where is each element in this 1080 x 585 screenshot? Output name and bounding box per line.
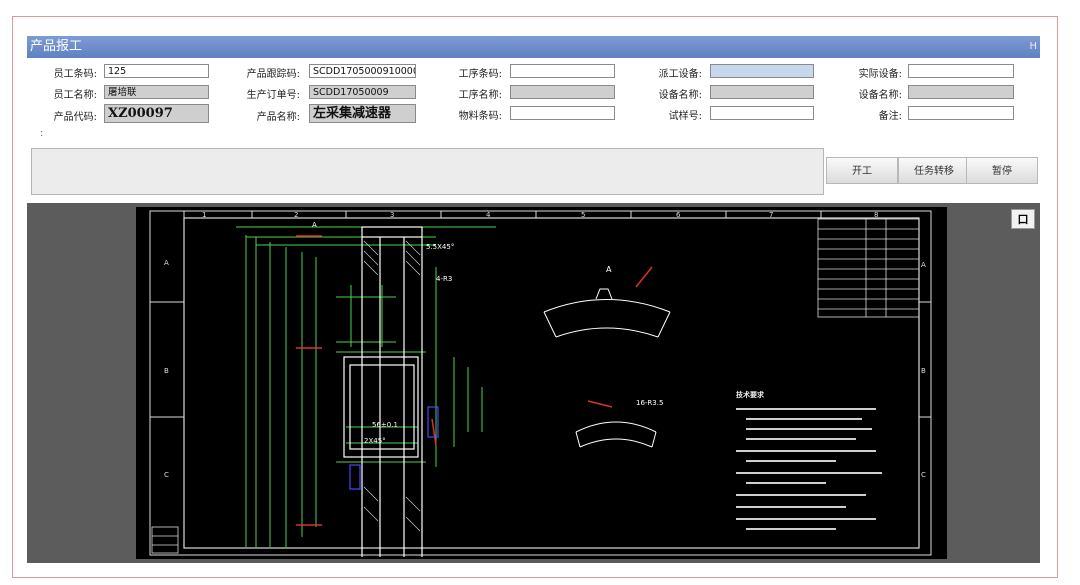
dim-label: 5.5X45° <box>426 243 454 251</box>
product-name-label: 产品名称: <box>256 112 300 123</box>
equipment-name-label: 设备名称: <box>658 90 702 101</box>
dispatch-equipment-label: 派工设备: <box>658 69 702 80</box>
section-label: A <box>312 221 317 229</box>
task-transfer-button[interactable]: 任务转移 <box>898 157 970 184</box>
equipment-name2-field <box>908 85 1014 99</box>
start-work-button[interactable]: 开工 <box>826 157 898 184</box>
product-tracking-label: 产品跟踪码: <box>246 69 300 80</box>
employee-code-field[interactable]: 125 <box>104 64 209 78</box>
col-label: 6 <box>676 211 681 219</box>
col-label: 3 <box>390 211 394 219</box>
sample-no-label: 试样号: <box>668 111 702 122</box>
product-tracking-field[interactable]: SCDD17050009100001 <box>309 64 416 78</box>
material-code-field[interactable] <box>510 106 615 120</box>
cad-drawing: 1 2 3 4 5 6 7 8 A B C A B C A 5.5X45° 4-… <box>136 207 947 559</box>
employee-name-field: 屠培联 <box>104 85 209 99</box>
col-label: 4 <box>486 211 491 219</box>
production-order-field: SCDD17050009 <box>309 85 416 99</box>
equipment-name-field <box>710 85 814 99</box>
product-code-label: 产品代码: <box>53 112 97 123</box>
row-label: A <box>164 259 169 267</box>
process-name-field <box>510 85 615 99</box>
detail-label: A <box>606 265 612 274</box>
col-label: 8 <box>874 211 878 219</box>
remark-label: 备注: <box>878 111 902 122</box>
pause-button[interactable]: 暂停 <box>966 157 1038 184</box>
row-label: C <box>921 471 926 479</box>
fullscreen-icon[interactable]: 口 <box>1011 209 1035 229</box>
process-code-field[interactable] <box>510 64 615 78</box>
employee-name-label: 员工名称: <box>53 90 97 101</box>
row-label: B <box>164 367 169 375</box>
actual-equipment-field[interactable] <box>908 64 1014 78</box>
dim-label: 2X45° <box>364 437 386 445</box>
row-label: A <box>921 261 926 269</box>
cad-svg: 1 2 3 4 5 6 7 8 A B C A B C A 5.5X45° 4-… <box>149 210 932 557</box>
product-name-field: 左采集减速器 <box>309 104 416 123</box>
process-code-label: 工序条码: <box>458 69 502 80</box>
row-label: B <box>921 367 926 375</box>
employee-code-label: 员工条码: <box>53 69 97 80</box>
sample-no-field[interactable] <box>710 106 814 120</box>
close-icon[interactable]: H <box>1029 36 1037 58</box>
product-code-field: XZ00097 <box>104 104 209 123</box>
title-bar: 产品报工 H <box>27 36 1040 58</box>
row-label: C <box>164 471 169 479</box>
remark-field[interactable] <box>908 106 1014 120</box>
dim-label: 4-R3 <box>436 275 452 283</box>
dim-label: 56±0.1 <box>372 421 398 429</box>
actual-equipment-label: 实际设备: <box>858 69 902 80</box>
notes-title: 技术要求 <box>736 390 765 399</box>
col-label: 5 <box>581 211 585 219</box>
window-title: 产品报工 <box>30 39 83 54</box>
production-order-label: 生产订单号: <box>246 90 300 101</box>
dim-label: 16-R3.5 <box>636 399 663 407</box>
dispatch-equipment-field[interactable] <box>710 64 814 78</box>
equipment-name2-label: 设备名称: <box>858 90 902 101</box>
message-box <box>31 148 824 195</box>
col-label: 1 <box>202 211 206 219</box>
process-name-label: 工序名称: <box>458 90 502 101</box>
separator-mark: : <box>40 128 44 139</box>
col-label: 2 <box>294 211 298 219</box>
material-code-label: 物料条码: <box>458 111 502 122</box>
col-label: 7 <box>769 211 773 219</box>
